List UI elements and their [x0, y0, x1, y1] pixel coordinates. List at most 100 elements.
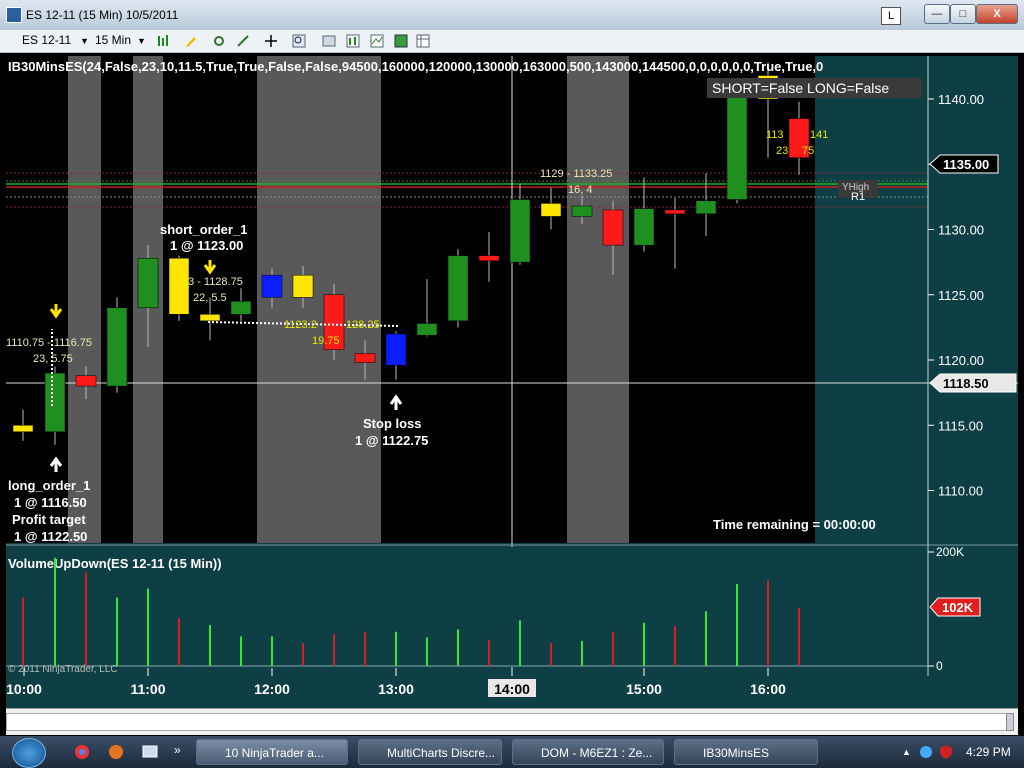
volume-bar: [767, 580, 769, 666]
volume-bar: [116, 597, 118, 666]
task-folder[interactable]: IB30MinsES: [674, 739, 818, 765]
volume-bar: [674, 626, 676, 666]
zoom-icon[interactable]: [292, 34, 306, 48]
bars-type-icon[interactable]: [156, 34, 170, 48]
profit-target-fill: 1 @ 1122.50: [14, 529, 87, 544]
price-chart[interactable]: 1110.75 - 1116.75 23, 5.75 3 - 1128.75 2…: [6, 56, 1018, 708]
task-ninjatrader[interactable]: 10 NinjaTrader a...: [196, 739, 348, 765]
money-icon[interactable]: [394, 34, 408, 48]
more-icon[interactable]: »: [174, 743, 181, 757]
strategy-icon[interactable]: [236, 34, 250, 48]
chart-style-icon[interactable]: [346, 34, 360, 48]
interval-selector[interactable]: 15 Min: [95, 33, 131, 47]
price-tick-label: 1130.00: [938, 223, 984, 238]
task-dom[interactable]: DOM - M6EZ1 : Ze...: [512, 739, 664, 765]
volume-bar: [457, 629, 459, 666]
window-switch-icon[interactable]: [142, 744, 158, 760]
indicator-icon[interactable]: [212, 34, 226, 48]
candle-body: [664, 209, 686, 215]
grid-icon[interactable]: [416, 34, 430, 48]
properties-icon[interactable]: [322, 34, 336, 48]
stop-loss-fill: 1 @ 1122.75: [355, 433, 428, 448]
candle-body: [509, 199, 531, 263]
time-tick-label: 12:00: [254, 681, 290, 697]
time-tick-label: 11:00: [130, 681, 165, 697]
volume-bar: [333, 634, 335, 666]
volume-bar: [395, 631, 397, 666]
session-shade: [567, 56, 629, 543]
volume-bar: [736, 583, 738, 666]
candle-body: [106, 307, 128, 387]
candle-body: [44, 372, 66, 433]
data-series-icon[interactable]: [370, 34, 384, 48]
long-order-label: long_order_1: [8, 478, 90, 493]
clock: 4:29 PM: [966, 745, 1011, 759]
link-button[interactable]: L: [881, 7, 901, 25]
candle-body: [633, 208, 655, 246]
price-tick-label: 1140.00: [938, 92, 984, 107]
volume-bar: [798, 607, 800, 666]
candle-body: [261, 274, 283, 298]
crosshair-icon[interactable]: [264, 34, 278, 48]
candle-body: [478, 255, 500, 262]
short-order-label: short_order_1: [160, 222, 247, 237]
volume-indicator-label: VolumeUpDown(ES 12-11 (15 Min)): [8, 556, 222, 571]
pencil-icon[interactable]: [184, 34, 198, 48]
trade-range-label: 141: [810, 129, 828, 141]
candle-body: [602, 209, 624, 246]
scrollbar-thumb[interactable]: [1006, 713, 1014, 731]
close-button[interactable]: X: [976, 4, 1018, 24]
candle-body: [75, 375, 97, 387]
volume-bar: [54, 557, 56, 666]
candle-body: [540, 203, 562, 217]
short-order-fill: 1 @ 1123.00: [170, 238, 243, 253]
task-multicharts[interactable]: MultiCharts Discre...: [358, 739, 502, 765]
time-tick-label: 10:00: [6, 681, 42, 697]
volume-bar: [581, 640, 583, 666]
instrument-selector[interactable]: ES 12-11: [22, 33, 71, 47]
os-taskbar: » 10 NinjaTrader a... MultiCharts Discre…: [0, 736, 1024, 768]
candle-body: [137, 257, 159, 309]
app-icon: [6, 7, 22, 23]
trade-range-label: 113: [766, 129, 784, 141]
future-area: [815, 56, 928, 543]
chart-area[interactable]: 1110.75 - 1116.75 23, 5.75 3 - 1128.75 2…: [6, 56, 1018, 708]
security-icon[interactable]: [938, 744, 954, 760]
trade-size-label: 19.75: [312, 335, 340, 347]
time-tick-label: 13:00: [378, 681, 414, 697]
tray-expand-icon[interactable]: ▲: [902, 739, 911, 765]
chrome-icon[interactable]: [74, 744, 90, 760]
volume-bar: [178, 618, 180, 666]
candle-body: [726, 96, 748, 200]
candle-body: [571, 205, 593, 217]
price-tick-label: 1110.00: [938, 484, 983, 499]
time-tick-label: 14:00: [494, 681, 530, 697]
long-order-fill: 1 @ 1116.50: [14, 495, 87, 510]
trade-size-label: 23: [776, 145, 788, 157]
maximize-button[interactable]: □: [950, 4, 976, 24]
minimize-button[interactable]: —: [924, 4, 950, 24]
candle-body: [385, 333, 407, 366]
trade-range-label: 1123.2: [284, 319, 317, 331]
session-shade: [257, 56, 381, 543]
strategy-status: SHORT=False LONG=False: [712, 80, 889, 96]
volume-bar: [302, 643, 304, 666]
volume-bar: [240, 636, 242, 666]
time-tick-label: 16:00: [750, 681, 786, 697]
network-icon[interactable]: [918, 744, 934, 760]
volume-bar: [488, 639, 490, 666]
indicator-label: IB30MinsES(24,False,23,10,11.5,True,True…: [8, 59, 823, 74]
volume-bar: [147, 588, 149, 666]
volume-bar: [643, 622, 645, 666]
candle-body: [416, 323, 438, 336]
system-tray: ▲ 4:29 PM: [900, 739, 1024, 765]
time-tick-label: 15:00: [626, 681, 662, 697]
price-tick-label: 1120.00: [938, 353, 984, 368]
start-button[interactable]: [12, 738, 46, 768]
interval-dropdown-icon[interactable]: ▼: [137, 36, 146, 46]
firefox-icon[interactable]: [108, 744, 124, 760]
volume-bar: [271, 636, 273, 666]
instrument-dropdown-icon[interactable]: ▼: [80, 36, 89, 46]
session-shade: [68, 56, 101, 543]
horizontal-scrollbar[interactable]: [6, 713, 1008, 731]
